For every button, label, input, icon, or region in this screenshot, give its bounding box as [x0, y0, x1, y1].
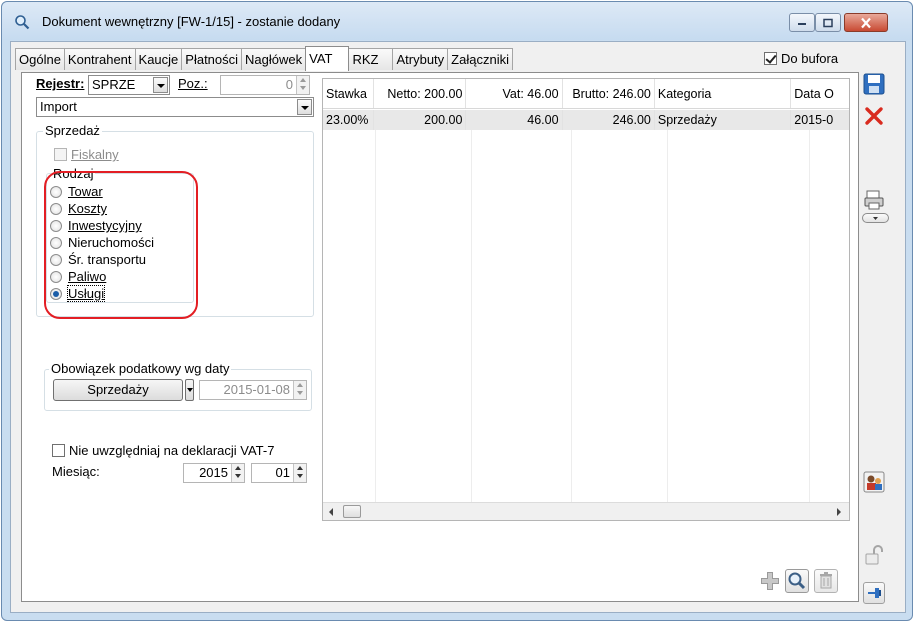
miesiac-month-value: 01	[275, 465, 290, 480]
import-value: Import	[40, 99, 77, 114]
nie-uwzgledniaj-check[interactable]	[52, 444, 65, 457]
tab-platnosci[interactable]: Płatności	[181, 48, 243, 70]
obowiazek-date-value: 2015-01-08	[223, 382, 291, 397]
tab-kaucje[interactable]: Kaucje	[134, 48, 183, 70]
chevron-down-icon[interactable]	[153, 77, 168, 93]
fiskalny-check[interactable]	[54, 148, 67, 161]
rejestr-label: Rejestr:	[36, 76, 85, 91]
maximize-button[interactable]	[815, 13, 841, 32]
add-button[interactable]	[758, 569, 782, 593]
nie-uwzgledniaj-label: Nie uwzględniaj na deklaracji VAT-7	[69, 443, 275, 458]
tab-rkz[interactable]: RKZ	[348, 48, 394, 70]
cell-data: 2015-0	[794, 113, 834, 127]
chevron-down-icon[interactable]	[297, 99, 312, 115]
minimize-icon	[798, 22, 806, 25]
miesiac-year-spinner[interactable]	[231, 464, 244, 482]
document-window: Dokument wewnętrzny [FW-1/15] - zostanie…	[1, 1, 913, 621]
col-kategoria[interactable]: Kategoria	[655, 79, 792, 108]
obowiazek-date-spinner[interactable]	[293, 381, 306, 399]
sprzedaz-group-title: Sprzedaż	[43, 123, 102, 138]
scroll-thumb[interactable]	[343, 505, 361, 518]
obowiazek-dropdown-button[interactable]	[185, 379, 194, 401]
cancel-icon	[865, 107, 883, 125]
obowiazek-group-title: Obowiązek podatkowy wg daty	[49, 361, 232, 376]
delete-button[interactable]	[814, 569, 838, 593]
save-button[interactable]	[863, 73, 885, 95]
tab-atrybuty[interactable]: Atrybuty	[392, 48, 449, 70]
col-data[interactable]: Data O	[791, 79, 849, 108]
contractor-icon	[863, 471, 885, 493]
col-vat[interactable]: Vat: 46.00	[466, 79, 563, 108]
cell-netto: 200.00	[374, 110, 467, 130]
do-bufora-label: Do bufora	[781, 51, 839, 66]
miesiac-month-input[interactable]: 01	[251, 463, 307, 483]
print-button[interactable]	[863, 189, 885, 211]
tab-vat[interactable]: VAT	[305, 46, 350, 71]
search-window-icon	[15, 15, 30, 30]
col-stawka[interactable]: Stawka	[323, 79, 375, 108]
poz-spinner[interactable]	[296, 76, 309, 94]
client-area: Ogólne Kontrahent Kaucje Płatności Nagłó…	[10, 41, 906, 613]
tab-kontrahent[interactable]: Kontrahent	[63, 48, 136, 70]
close-icon	[861, 17, 871, 28]
table-row[interactable]: 23.00% 200.00 46.00 246.00 Sprzedaży 201…	[323, 110, 849, 130]
cell-kategoria: Sprzedaży	[655, 110, 792, 130]
do-bufora-check[interactable]	[764, 52, 777, 65]
grid-lines	[323, 130, 849, 502]
poz-label: Poz.:	[178, 76, 208, 91]
save-icon	[863, 73, 885, 95]
unlock-button[interactable]	[863, 545, 885, 567]
miesiac-month-spinner[interactable]	[293, 464, 306, 482]
nie-uwzgledniaj-checkbox[interactable]: Nie uwzględniaj na deklaracji VAT-7	[52, 443, 274, 458]
highlight-annotation	[44, 171, 198, 319]
poz-input[interactable]: 0	[220, 75, 310, 95]
fiskalny-label: Fiskalny	[71, 147, 119, 162]
fiskalny-checkbox[interactable]: Fiskalny	[54, 147, 119, 162]
do-bufora-checkbox[interactable]: Do bufora	[764, 51, 838, 66]
col-netto[interactable]: Netto: 200.00	[374, 79, 467, 108]
title-bar[interactable]: Dokument wewnętrzny [FW-1/15] - zostanie…	[2, 2, 912, 40]
scroll-right-icon[interactable]	[837, 508, 841, 516]
delete-icon	[820, 572, 832, 589]
add-icon	[761, 572, 779, 590]
obowiazek-sprzedazy-button[interactable]: Sprzedaży	[53, 379, 183, 401]
print-icon	[864, 190, 884, 210]
close-window-button[interactable]	[844, 13, 888, 32]
tab-naglowek[interactable]: Nagłówek	[241, 48, 307, 70]
poz-value: 0	[285, 77, 293, 92]
minimize-button[interactable]	[789, 13, 815, 32]
tab-ogolne[interactable]: Ogólne	[15, 48, 65, 70]
col-brutto[interactable]: Brutto: 246.00	[563, 79, 655, 108]
preview-icon	[788, 572, 806, 590]
vat-table[interactable]: Stawka Netto: 200.00 Vat: 46.00 Brutto: …	[322, 78, 850, 521]
miesiac-year-value: 2015	[199, 465, 228, 480]
cell-stawka: 23.00%	[323, 110, 375, 130]
print-options-button[interactable]	[862, 213, 889, 223]
miesiac-label: Miesiąc:	[52, 464, 100, 479]
pin-button[interactable]	[863, 582, 885, 604]
dropdown-arrow-icon	[873, 217, 878, 220]
rejestr-select[interactable]: SPRZE	[88, 75, 170, 95]
preview-button[interactable]	[785, 569, 809, 593]
scroll-left-icon[interactable]	[329, 508, 333, 516]
vat-panel: Rejestr: SPRZE Poz.: 0 Import Sprzedaż F…	[21, 72, 859, 602]
tab-zalaczniki[interactable]: Załączniki	[447, 48, 513, 70]
horizontal-scrollbar[interactable]	[323, 502, 849, 520]
miesiac-year-input[interactable]: 2015	[183, 463, 245, 483]
cell-brutto: 246.00	[563, 110, 655, 130]
rejestr-value: SPRZE	[92, 77, 136, 92]
vat-table-header: Stawka Netto: 200.00 Vat: 46.00 Brutto: …	[323, 79, 849, 109]
window-title: Dokument wewnętrzny [FW-1/15] - zostanie…	[42, 14, 341, 29]
pin-icon	[868, 588, 881, 598]
cancel-button[interactable]	[863, 105, 885, 127]
obowiazek-date-input[interactable]: 2015-01-08	[199, 380, 307, 400]
import-select[interactable]: Import	[36, 97, 314, 117]
cell-vat: 46.00	[466, 110, 563, 130]
unlock-icon	[865, 545, 883, 565]
maximize-icon	[823, 18, 833, 27]
contractor-button[interactable]	[863, 471, 885, 493]
tab-bar: Ogólne Kontrahent Kaucje Płatności Nagłó…	[15, 46, 513, 71]
